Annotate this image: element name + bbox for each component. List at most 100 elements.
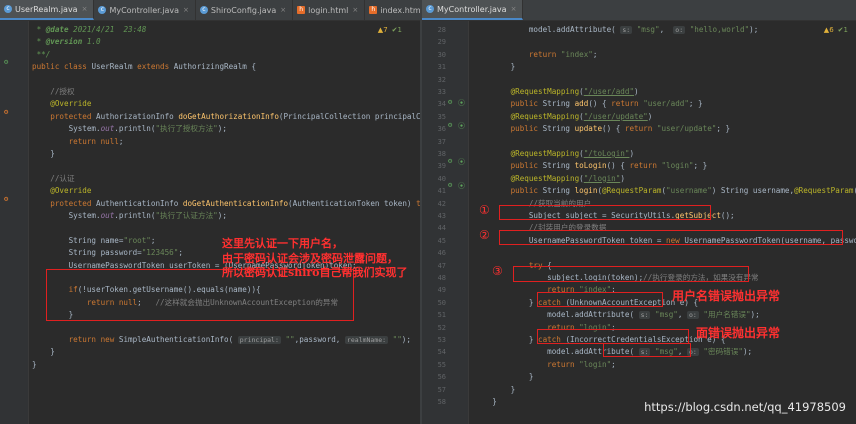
unknown-account-highlight-box <box>537 292 663 307</box>
line-number: 47 <box>437 261 446 270</box>
code-token: ; <box>150 235 156 245</box>
code-token: add <box>574 99 589 109</box>
code-token: } <box>474 397 497 406</box>
tab-login-html[interactable]: h login.html × <box>293 0 366 20</box>
code-token: o: <box>687 311 699 320</box>
line-number: 55 <box>437 360 446 369</box>
code-token: ) String username, <box>711 186 795 196</box>
tab-mycontroller-java[interactable]: c MyController.java × <box>94 0 196 20</box>
code-token: ) <box>620 173 625 183</box>
code-token: .println( <box>114 124 156 134</box>
code-line: 28 model.addAttribute( s: "msg", o: "hel… <box>422 24 856 36</box>
code-token: out <box>100 211 115 220</box>
line-number: 56 <box>437 373 446 382</box>
code-token: "/user/add" <box>583 87 635 96</box>
right-inspections[interactable]: ▲ 6 ✔ 1 <box>824 24 848 36</box>
java-class-icon: c <box>199 6 208 14</box>
code-token: } <box>32 347 55 357</box>
code-line: 37 <box>422 136 856 148</box>
right-tab-bar: c MyController.java × <box>422 0 856 21</box>
code-line: System.out.println("执行了授权方法"); <box>0 123 420 135</box>
line-number: 46 <box>437 249 446 258</box>
tab-label: MyController.java <box>437 4 507 14</box>
web-endpoint-icon[interactable]: ⚙ <box>448 157 452 165</box>
right-code-area[interactable]: 28 model.addAttribute( s: "msg", o: "hel… <box>422 21 856 424</box>
code-line: 40 @RequestMapping("/login") <box>422 173 856 185</box>
code-token: "login" <box>579 359 612 369</box>
close-icon[interactable]: × <box>280 6 286 14</box>
code-token: @RequestParam <box>794 186 854 196</box>
left-inspections[interactable]: ▲ 7 ✔ 1 <box>378 24 402 36</box>
line-number: 33 <box>437 88 446 96</box>
code-token: "msg" <box>655 310 678 320</box>
code-token: ; <box>611 359 616 369</box>
code-token: .println( <box>114 211 156 220</box>
close-icon[interactable]: × <box>82 5 88 13</box>
mapping-gutter-icon[interactable]: ⦿ <box>458 121 465 131</box>
code-token: out <box>100 124 115 134</box>
mapping-gutter-icon[interactable]: ⦿ <box>458 98 465 108</box>
java-class-icon: c <box>98 6 107 14</box>
code-line: 57 } <box>422 384 856 396</box>
code-token: @RequestMapping <box>474 173 580 183</box>
run-config-icon[interactable]: ⚙ <box>4 58 8 66</box>
code-token: ); <box>749 25 759 34</box>
code-token: ) <box>647 111 653 121</box>
web-endpoint-icon[interactable]: ⚙ <box>448 181 452 189</box>
code-token: ; } <box>716 124 731 134</box>
tab-mycontroller-java[interactable]: c MyController.java × <box>422 0 524 20</box>
code-token: , <box>677 310 688 320</box>
code-token: * <box>32 37 46 47</box>
line-number: 49 <box>437 286 446 295</box>
code-token: **/ <box>32 49 51 59</box>
code-token: "msg" <box>636 25 660 34</box>
code-token: AuthorizingRealm { <box>173 62 257 72</box>
line-number: 57 <box>437 385 446 394</box>
code-token: String password= <box>32 248 142 258</box>
override-gutter-icon[interactable]: ⚙ <box>4 195 8 203</box>
code-token: "/login" <box>583 173 621 183</box>
mapping-gutter-icon[interactable]: ⦿ <box>458 181 465 191</box>
mapping-gutter-icon[interactable]: ⦿ <box>458 157 465 167</box>
code-line: 32 <box>422 74 856 86</box>
code-token: protected <box>32 198 97 208</box>
code-line: 33 @RequestMapping("/user/add") <box>422 86 856 98</box>
tab-userrealm-java[interactable]: c UserRealm.java × <box>0 0 95 20</box>
code-token: login <box>574 186 598 196</box>
code-token: extends <box>137 62 174 72</box>
code-token: SimpleAuthenticationInfo( <box>118 335 238 344</box>
code-token: s: <box>638 311 651 320</box>
incorrect-credentials-highlight-box <box>537 329 689 344</box>
left-explanation-note: 这里先认证一下用户名， 由于密码认证会涉及密码泄露问题， 所以密码认证shiro… <box>222 237 408 279</box>
code-line: @Override <box>0 185 420 197</box>
line-number: 54 <box>437 348 446 357</box>
line-number: 58 <box>437 398 446 406</box>
web-endpoint-icon[interactable]: ⚙ <box>448 98 452 106</box>
close-icon[interactable]: × <box>183 6 189 14</box>
code-token: } <box>474 372 534 382</box>
code-token: ) <box>634 87 639 96</box>
code-token: (); <box>720 211 735 220</box>
code-line: @Override <box>0 98 420 110</box>
left-code-area[interactable]: * @date 2021/4/21 23:48 * @version 1.0 *… <box>0 21 420 424</box>
web-endpoint-icon[interactable]: ⚙ <box>448 121 452 129</box>
tab-index-html[interactable]: hindex.html× <box>365 0 420 20</box>
line-number: 53 <box>437 336 446 344</box>
code-token: public <box>474 186 543 196</box>
code-token: ); <box>750 310 760 320</box>
code-token: String <box>542 186 575 196</box>
tab-label: UserRealm.java <box>15 4 78 14</box>
code-token: @Override <box>32 186 92 196</box>
override-gutter-icon[interactable]: ⚙ <box>4 108 8 116</box>
code-token: "user/update" <box>656 124 717 134</box>
tab-shiroconfig-java[interactable]: c ShiroConfig.java × <box>196 0 294 20</box>
code-line: System.out.println("执行了认证方法"); <box>0 210 420 222</box>
code-token: "123456" <box>141 248 179 258</box>
code-token: "index" <box>560 49 593 59</box>
code-token: "user/add" <box>643 99 689 109</box>
code-token: System. <box>32 124 101 134</box>
token-highlight-box <box>499 230 843 245</box>
close-icon[interactable]: × <box>352 6 358 14</box>
tab-label: login.html <box>308 5 349 15</box>
close-icon[interactable]: × <box>511 5 517 13</box>
